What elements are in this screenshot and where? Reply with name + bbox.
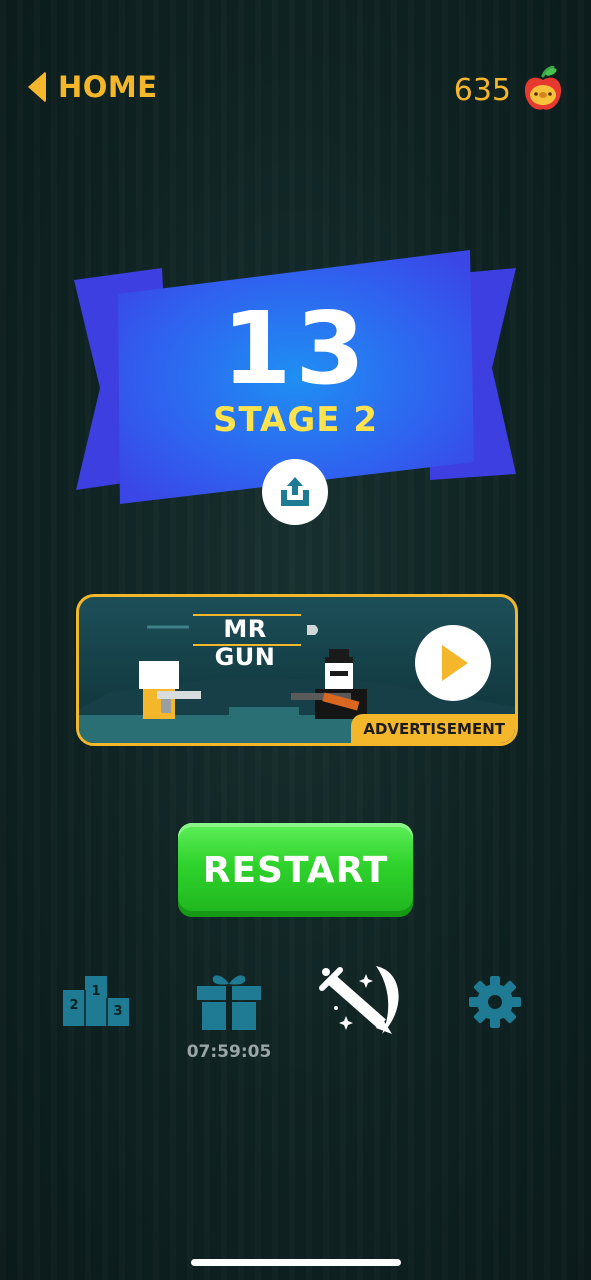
share-icon <box>281 477 309 506</box>
coin-count: 635 <box>453 72 511 108</box>
leaderboard-podium-icon[interactable]: 2 1 3 <box>63 974 129 1026</box>
advertisement-label: ADVERTISEMENT <box>351 714 515 743</box>
podium-first: 1 <box>91 984 100 999</box>
restart-label: RESTART <box>202 849 389 891</box>
ad-play-button[interactable] <box>415 625 491 701</box>
stage-label: STAGE 2 <box>213 400 378 440</box>
restart-button[interactable]: RESTART <box>178 823 413 917</box>
podium-third: 3 <box>113 1004 122 1019</box>
home-indicator[interactable] <box>191 1259 401 1266</box>
ad-title: MR GUN <box>214 615 276 671</box>
gift-timer: 07:59:05 <box>186 1042 272 1062</box>
play-icon <box>442 645 468 681</box>
level-number: 13 <box>221 290 370 407</box>
home-label: HOME <box>58 70 158 104</box>
apple-icon <box>524 66 562 110</box>
ad-banner[interactable]: MR GUN ADVERTISEMENT <box>76 594 518 746</box>
coin-counter: 635 <box>454 66 563 114</box>
share-button[interactable] <box>262 459 328 525</box>
back-arrow-icon <box>28 71 46 103</box>
home-button[interactable]: HOME <box>28 70 158 104</box>
settings-gear-icon[interactable] <box>468 975 522 1029</box>
podium-second: 2 <box>69 998 78 1013</box>
weapons-sword-icon[interactable] <box>318 962 410 1042</box>
gift-icon[interactable] <box>196 970 262 1032</box>
